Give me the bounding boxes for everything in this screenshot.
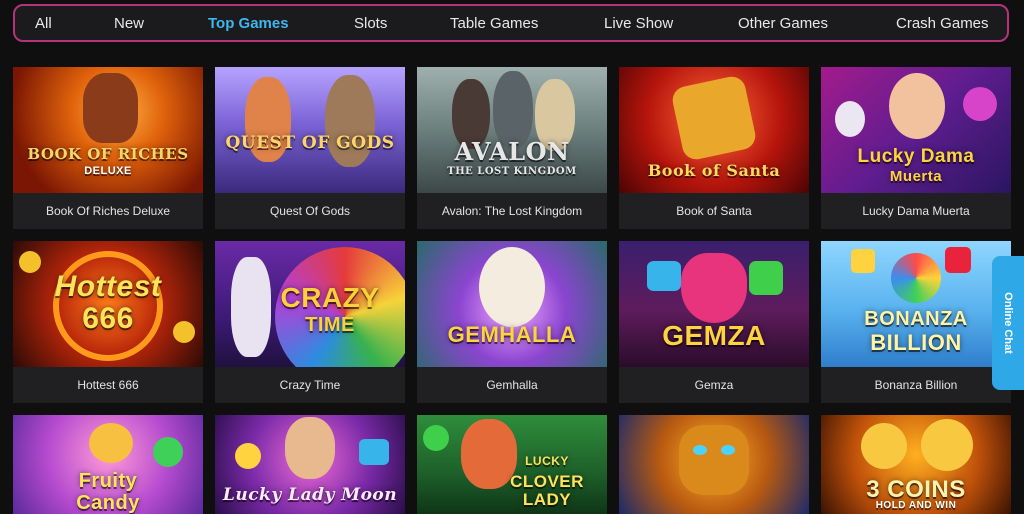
game-card-lucky-clover-lady[interactable]: LUCKY CLOVER LADY xyxy=(417,415,607,514)
game-thumbnail: GEMHALLA xyxy=(417,241,607,367)
ruby-icon xyxy=(945,247,971,273)
game-logo: AVALON xyxy=(454,137,570,166)
game-logo: QUEST OF GODS xyxy=(225,133,395,153)
game-logo-sub: BILLION xyxy=(870,330,962,355)
game-thumbnail: Lucky Dama Muerta xyxy=(821,67,1011,193)
game-card-book-of-riches-deluxe[interactable]: BOOK OF RICHES DELUXE Book Of Riches Del… xyxy=(13,67,203,229)
clover-icon xyxy=(423,425,449,451)
game-card-avalon[interactable]: AVALON THE LOST KINGDOM Avalon: The Lost… xyxy=(417,67,607,229)
tab-new[interactable]: New xyxy=(114,15,144,33)
game-thumbnail: Book of Santa xyxy=(619,67,809,193)
game-thumbnail: Hottest 666 xyxy=(13,241,203,367)
game-card-lucky-lady-moon[interactable]: Lucky Lady Moon xyxy=(215,415,405,514)
game-title: Lucky Dama Muerta xyxy=(862,204,970,218)
game-card-crazy-time[interactable]: CRAZY TIME Crazy Time xyxy=(215,241,405,403)
game-logo: BOOK OF RICHES xyxy=(27,145,189,163)
game-title: Gemhalla xyxy=(486,378,538,392)
tab-other-games[interactable]: Other Games xyxy=(738,15,828,33)
game-logo: LUCKY xyxy=(525,454,569,468)
game-logo: Lucky Lady Moon xyxy=(222,485,398,505)
coin-icon xyxy=(19,251,41,273)
game-thumbnail: LUCKY CLOVER LADY xyxy=(417,415,607,514)
tab-top-games[interactable]: Top Games xyxy=(208,15,289,33)
game-title: Gemza xyxy=(694,378,734,392)
game-thumbnail: CRAZY TIME xyxy=(215,241,405,367)
game-logo-sub: Candy xyxy=(76,492,140,514)
golden-book xyxy=(670,74,758,162)
green-gem-icon xyxy=(749,261,783,295)
game-title: Hottest 666 xyxy=(77,378,139,392)
game-card-hottest-666[interactable]: Hottest 666 Hottest 666 xyxy=(13,241,203,403)
game-thumbnail: Fruity Candy xyxy=(13,415,203,514)
character-portrait xyxy=(83,73,138,143)
game-logo-sub: THE LOST KINGDOM xyxy=(447,166,577,177)
game-title: Crazy Time xyxy=(279,378,341,392)
game-card-dragon-tiger[interactable] xyxy=(619,415,809,514)
game-card-quest-of-gods[interactable]: QUEST OF GODS Quest Of Gods xyxy=(215,67,405,229)
game-title: Quest Of Gods xyxy=(269,204,351,218)
lady-figure xyxy=(285,417,335,479)
game-card-fruity-candy[interactable]: Fruity Candy xyxy=(13,415,203,514)
game-thumbnail: AVALON THE LOST KINGDOM xyxy=(417,67,607,193)
coin-icon xyxy=(861,423,907,469)
game-card-gemhalla[interactable]: GEMHALLA Gemhalla xyxy=(417,241,607,403)
tab-live-show[interactable]: Live Show xyxy=(604,15,673,33)
game-thumbnail xyxy=(619,415,809,514)
online-chat-label: Online Chat xyxy=(1002,292,1014,354)
skull-icon xyxy=(835,101,865,137)
dama-face xyxy=(889,73,945,139)
game-logo: BONANZA xyxy=(864,308,968,330)
game-logo: CRAZY xyxy=(280,282,380,313)
tab-crash-games[interactable]: Crash Games xyxy=(896,15,989,33)
game-logo: Book of Santa xyxy=(647,161,781,180)
game-thumbnail: GEMZA xyxy=(619,241,809,367)
candy-icon xyxy=(153,437,183,467)
blue-gem-icon xyxy=(647,261,681,291)
game-logo-sub: DELUXE xyxy=(84,165,132,177)
game-card-gemza[interactable]: GEMZA Gemza xyxy=(619,241,809,403)
tab-slots[interactable]: Slots xyxy=(354,15,387,33)
game-thumbnail: Lucky Lady Moon xyxy=(215,415,405,514)
dragon-eye-icon xyxy=(721,445,735,455)
game-title: Bonanza Billion xyxy=(874,378,958,392)
game-logo: GEMZA xyxy=(662,320,766,351)
star-icon xyxy=(851,249,875,273)
game-logo: Fruity xyxy=(78,470,138,492)
game-logo-sub: CLOVER LADY xyxy=(510,472,584,509)
game-logo-sub: TIME xyxy=(305,314,355,336)
game-logo: 3 COINS xyxy=(866,476,966,503)
game-card-3-coins[interactable]: 3 COINS HOLD AND WIN xyxy=(821,415,1011,514)
tab-all[interactable]: All xyxy=(35,15,52,33)
coin-icon xyxy=(235,443,261,469)
game-logo: Lucky Dama xyxy=(857,146,975,167)
viking-figure xyxy=(479,247,545,327)
game-card-lucky-dama-muerta[interactable]: Lucky Dama Muerta Lucky Dama Muerta xyxy=(821,67,1011,229)
game-logo-sub: 666 xyxy=(82,302,134,335)
dragon-head xyxy=(679,425,749,495)
bear-icon xyxy=(89,423,133,463)
game-title: Book of Santa xyxy=(676,204,752,218)
game-thumbnail: BOOK OF RICHES DELUXE xyxy=(13,67,203,193)
game-title: Avalon: The Lost Kingdom xyxy=(441,204,583,218)
category-nav: All New Top Games Slots Table Games Live… xyxy=(13,4,1009,42)
game-logo: Hottest xyxy=(54,270,162,303)
god-figure xyxy=(325,75,375,167)
game-logo-sub: HOLD AND WIN xyxy=(875,500,957,511)
game-title: Book Of Riches Deluxe xyxy=(45,204,171,218)
game-card-book-of-santa[interactable]: Book of Santa Book of Santa xyxy=(619,67,809,229)
game-logo-sub: Muerta xyxy=(889,168,943,185)
flower-icon xyxy=(963,87,997,121)
gem-icon xyxy=(359,439,389,465)
game-thumbnail: 3 COINS HOLD AND WIN xyxy=(821,415,1011,514)
online-chat-button[interactable]: Online Chat xyxy=(992,256,1024,390)
game-card-bonanza-billion[interactable]: BONANZA BILLION Bonanza Billion xyxy=(821,241,1011,403)
game-thumbnail: BONANZA BILLION xyxy=(821,241,1011,367)
game-logo: GEMHALLA xyxy=(447,322,577,347)
pinwheel-icon xyxy=(891,253,941,303)
tab-table-games[interactable]: Table Games xyxy=(450,15,538,33)
pink-gem-icon xyxy=(681,253,747,323)
game-thumbnail: QUEST OF GODS xyxy=(215,67,405,193)
dragon-eye-icon xyxy=(693,445,707,455)
coin-icon xyxy=(921,419,973,471)
